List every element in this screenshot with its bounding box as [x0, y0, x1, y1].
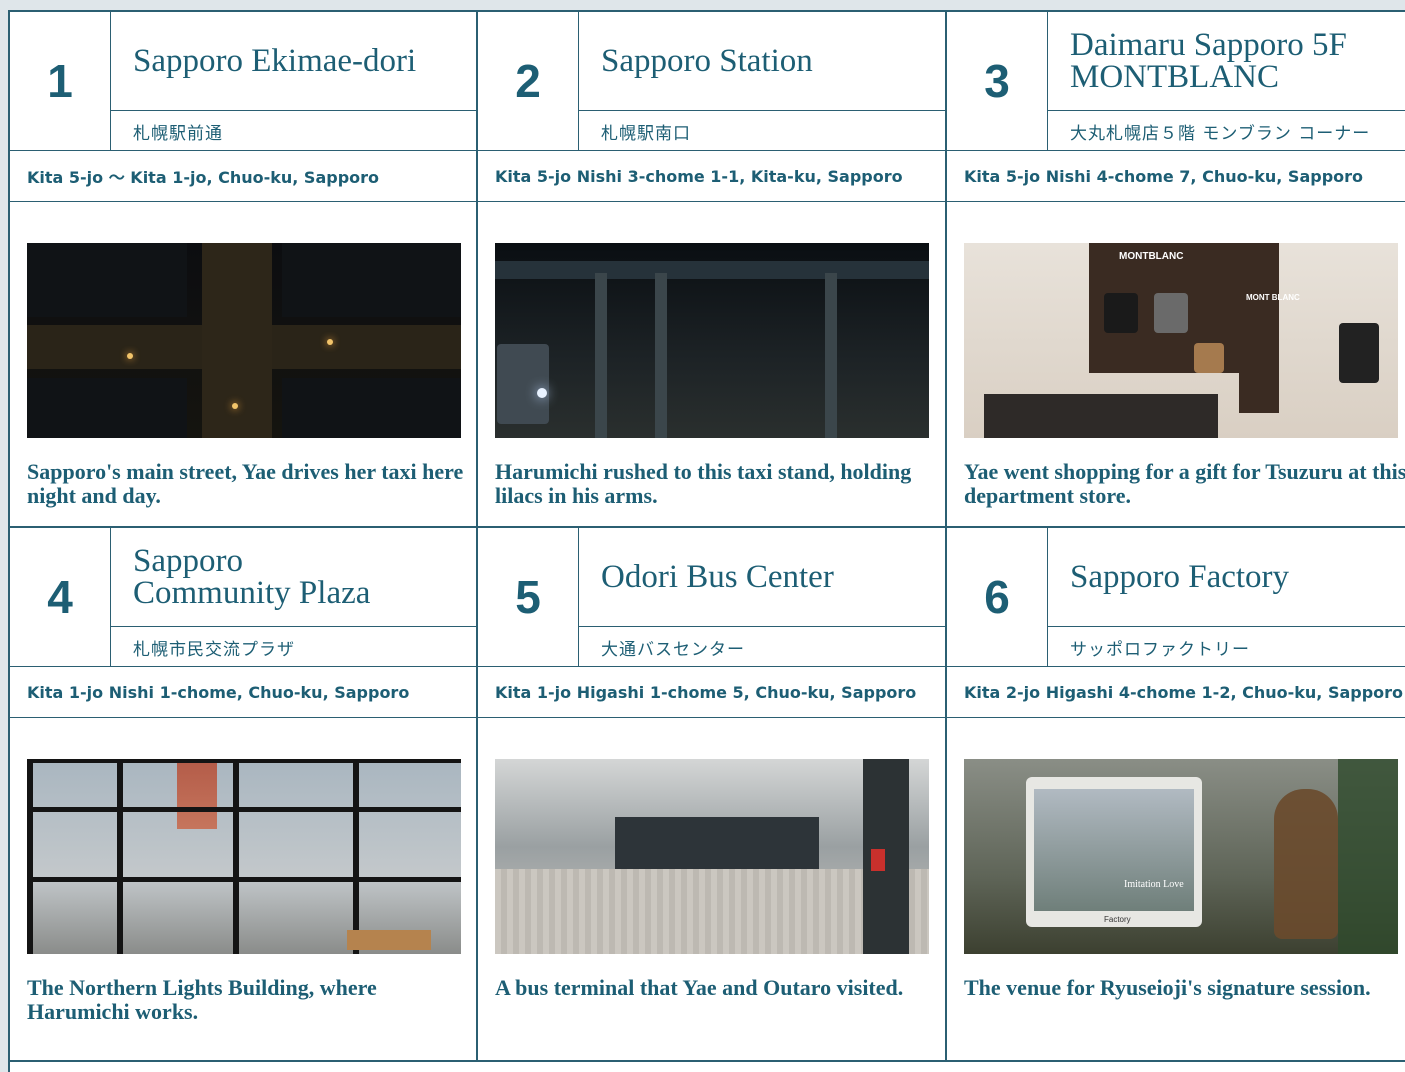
- card-title-en: Odori Bus Center: [579, 528, 945, 627]
- card-title-en: Daimaru Sapporo 5F MONTBLANC: [1048, 12, 1405, 111]
- card-description: Yae went shopping for a gift for Tsuzuru…: [964, 459, 1405, 508]
- card-number: 2: [478, 12, 579, 150]
- card-title-en: Sapporo Ekimae-dori: [111, 12, 476, 111]
- location-card-1: 1 Sapporo Ekimae-dori 札幌駅前通 Kita 5-jo ～ …: [10, 12, 478, 528]
- card-header: 2 Sapporo Station 札幌駅南口: [478, 12, 945, 151]
- card-address: Kita 5-jo Nishi 4-chome 7, Chuo-ku, Sapp…: [947, 151, 1405, 202]
- card-header: 4 Sapporo Community Plaza 札幌市民交流プラザ: [10, 528, 476, 667]
- card-title-en: Sapporo Factory: [1048, 528, 1405, 627]
- card-address: Kita 1-jo Higashi 1-chome 5, Chuo-ku, Sa…: [478, 667, 945, 718]
- factory-logo: Factory: [1104, 915, 1131, 924]
- card-number: 1: [10, 12, 111, 150]
- photo-sapporo-station-taxi-stand: [495, 243, 929, 438]
- card-title-jp: 札幌駅前通: [133, 123, 223, 144]
- card-address: Kita 2-jo Higashi 4-chome 1-2, Chuo-ku, …: [947, 667, 1405, 718]
- screen-caption: Imitation Love: [1124, 879, 1184, 890]
- card-description: Sapporo's main street, Yae drives her ta…: [27, 459, 464, 508]
- photo-sapporo-factory-screen: Imitation Love Factory: [964, 759, 1398, 954]
- card-title-jp: 大丸札幌店５階 モンブラン コーナー: [1070, 123, 1371, 144]
- montblanc-logo: MONTBLANC: [1119, 251, 1184, 262]
- card-title-en: Sapporo Community Plaza: [111, 528, 476, 627]
- card-number: 5: [478, 528, 579, 666]
- card-description: A bus terminal that Yae and Outaro visit…: [495, 975, 904, 1000]
- card-description: Harumichi rushed to this taxi stand, hol…: [495, 459, 912, 508]
- card-header: 6 Sapporo Factory サッポロファクトリー: [947, 528, 1405, 667]
- card-header: 1 Sapporo Ekimae-dori 札幌駅前通: [10, 12, 476, 151]
- card-number: 3: [947, 12, 1048, 150]
- card-address: Kita 1-jo Nishi 1-chome, Chuo-ku, Sappor…: [10, 667, 476, 718]
- location-grid: 1 Sapporo Ekimae-dori 札幌駅前通 Kita 5-jo ～ …: [8, 10, 1405, 1072]
- card-title-jp: サッポロファクトリー: [1070, 639, 1250, 660]
- card-title-jp: 札幌市民交流プラザ: [133, 639, 295, 660]
- card-number: 6: [947, 528, 1048, 666]
- card-header: 3 Daimaru Sapporo 5F MONTBLANC 大丸札幌店５階 モ…: [947, 12, 1405, 151]
- location-card-5: 5 Odori Bus Center 大通バスセンター Kita 1-jo Hi…: [478, 528, 947, 1062]
- card-title-en: Sapporo Station: [579, 12, 945, 111]
- card-number: 4: [10, 528, 111, 666]
- location-card-2: 2 Sapporo Station 札幌駅南口 Kita 5-jo Nishi …: [478, 12, 947, 528]
- card-description: The venue for Ryuseioji's signature sess…: [964, 975, 1371, 1000]
- card-address: Kita 5-jo Nishi 3-chome 1-1, Kita-ku, Sa…: [478, 151, 945, 202]
- photo-montblanc-store: MONTBLANC MONT BLANC: [964, 243, 1398, 438]
- location-card-4: 4 Sapporo Community Plaza 札幌市民交流プラザ Kita…: [10, 528, 478, 1062]
- card-header: 5 Odori Bus Center 大通バスセンター: [478, 528, 945, 667]
- photo-ekimae-dori-night-aerial: [27, 243, 461, 438]
- photo-odori-bus-center-terminal: [495, 759, 929, 954]
- card-title-jp: 大通バスセンター: [601, 639, 745, 660]
- photo-community-plaza-window: [27, 759, 461, 954]
- location-card-6: 6 Sapporo Factory サッポロファクトリー Kita 2-jo H…: [947, 528, 1405, 1062]
- card-title-jp: 札幌駅南口: [601, 123, 691, 144]
- card-address: Kita 5-jo ～ Kita 1-jo, Chuo-ku, Sapporo: [10, 151, 476, 202]
- montblanc-logo-small: MONT BLANC: [1246, 293, 1300, 302]
- card-description: The Northern Lights Building, where Haru…: [27, 975, 377, 1024]
- location-card-3: 3 Daimaru Sapporo 5F MONTBLANC 大丸札幌店５階 モ…: [947, 12, 1405, 528]
